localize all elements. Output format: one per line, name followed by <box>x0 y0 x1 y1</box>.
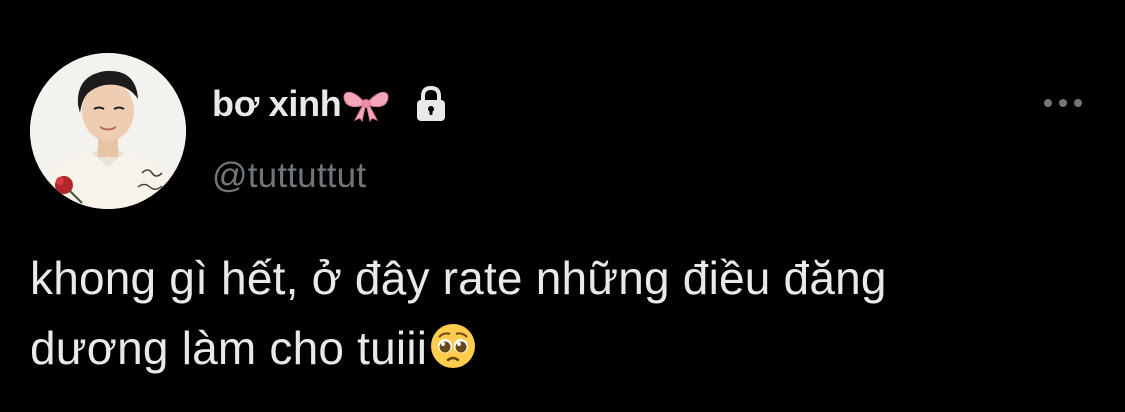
avatar-photo <box>30 53 186 209</box>
pleading-face-icon <box>429 319 477 368</box>
author-name-row: bơ xinh <box>212 82 451 126</box>
tweet-text: khong gì hết, ở đây rate những điều đăng… <box>30 243 1100 383</box>
avatar[interactable] <box>30 53 186 209</box>
tweet-text-line: khong gì hết, ở đây rate những điều đăng <box>30 252 887 304</box>
tweet-text-line: dương làm cho tuiii <box>30 313 1100 383</box>
tweet-text-line-content: dương làm cho tuiii <box>30 322 428 374</box>
author-handle[interactable]: @tuttuttut <box>212 156 366 196</box>
ribbon-bow-icon <box>343 86 389 123</box>
tweet-card: bơ xinh @tuttuttut khong gì hết, ở đây r… <box>0 0 1125 412</box>
more-options-button[interactable] <box>1040 88 1086 118</box>
more-horizontal-icon <box>1044 99 1082 107</box>
author-display-name[interactable]: bơ xinh <box>212 83 342 125</box>
lock-icon <box>411 84 451 124</box>
